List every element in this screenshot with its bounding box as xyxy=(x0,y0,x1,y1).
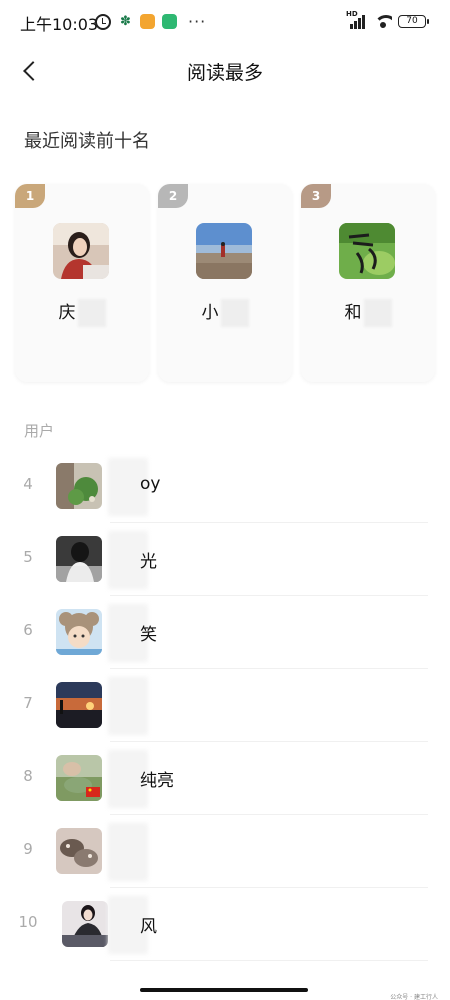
list-item[interactable]: 9 xyxy=(0,815,450,888)
status-bar: 上午10:03 ✽ ··· HD 70 xyxy=(0,0,450,42)
status-icons-left: ✽ ··· xyxy=(95,12,206,31)
user-name: oy xyxy=(140,474,161,494)
app-notification-icon: ✽ xyxy=(120,14,131,29)
top-card-3[interactable]: 3 和 xyxy=(301,184,435,382)
avatar xyxy=(62,901,108,947)
users-section-label: 用户 xyxy=(24,422,55,440)
list-item[interactable]: 5 光 xyxy=(0,523,450,596)
list-rank: 6 xyxy=(23,621,33,639)
app-notification-icon xyxy=(140,14,155,29)
page-title: 阅读最多 xyxy=(186,62,263,84)
list-item[interactable]: 6 笑 xyxy=(0,596,450,669)
card-name: 庆 xyxy=(15,298,149,327)
section-title: 最近阅读前十名 xyxy=(24,131,150,152)
list-rank: 9 xyxy=(23,840,33,858)
rank-badge: 3 xyxy=(301,184,331,208)
divider xyxy=(110,960,428,961)
more-notifications-icon: ··· xyxy=(188,12,207,31)
alarm-icon xyxy=(95,13,111,30)
list-item[interactable]: 7 xyxy=(0,669,450,742)
list-rank: 7 xyxy=(23,694,33,712)
status-icons-right: HD 70 xyxy=(346,10,429,29)
signal-icon: HD xyxy=(346,10,368,29)
top-card-2[interactable]: 2 小 xyxy=(158,184,292,382)
user-name: 风 xyxy=(140,917,157,937)
list-rank: 4 xyxy=(23,475,33,493)
list-item[interactable]: 4 oy xyxy=(0,450,450,523)
user-name: 笑 xyxy=(140,625,157,645)
list-item[interactable]: 10 风 xyxy=(0,888,450,961)
top-card-1[interactable]: 1 庆 xyxy=(15,184,149,382)
avatar xyxy=(196,223,252,279)
card-name: 和 xyxy=(301,298,435,327)
list-rank: 5 xyxy=(23,548,33,566)
app-notification-icon xyxy=(162,14,177,29)
battery-icon: 70 xyxy=(398,14,429,28)
avatar xyxy=(56,609,102,655)
hd-label: HD xyxy=(346,10,358,18)
list-rank: 8 xyxy=(23,767,33,785)
wifi-icon xyxy=(374,14,392,28)
avatar xyxy=(56,828,102,874)
avatar xyxy=(56,536,102,582)
avatar xyxy=(339,223,395,279)
avatar xyxy=(56,463,102,509)
rank-badge: 2 xyxy=(158,184,188,208)
avatar xyxy=(56,755,102,801)
status-time: 上午10:03 xyxy=(20,15,99,34)
user-name: 光 xyxy=(140,552,157,572)
home-indicator[interactable] xyxy=(140,988,308,992)
rank-badge: 1 xyxy=(15,184,45,208)
blurred-name xyxy=(108,823,148,881)
blurred-name xyxy=(108,677,148,735)
user-name: 纯亮 xyxy=(140,771,174,791)
avatar xyxy=(56,682,102,728)
list-rank: 10 xyxy=(18,913,38,931)
avatar xyxy=(53,223,109,279)
top-three-cards: 1 庆 2 小 3 和 xyxy=(15,184,435,382)
list-item[interactable]: 8 纯亮 xyxy=(0,742,450,815)
watermark: 公众号 · 建工行人 xyxy=(390,994,438,1000)
card-name: 小 xyxy=(158,298,292,327)
